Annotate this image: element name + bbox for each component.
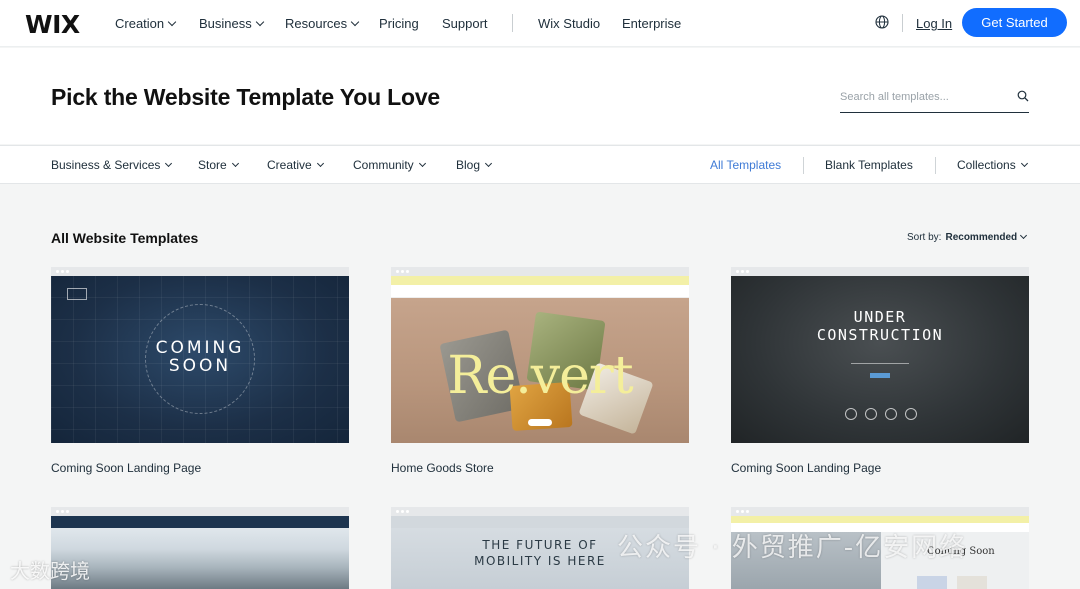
chevron-down-icon xyxy=(1020,231,1028,240)
chevron-down-icon xyxy=(1020,159,1028,167)
category-label: Store xyxy=(198,158,227,172)
sort-value: Recommended xyxy=(945,232,1018,243)
sort-label: Sort by: xyxy=(907,232,942,243)
top-nav: WIX Creation Business Resources Pricing … xyxy=(0,0,1080,47)
template-card[interactable]: COMING SOON Coming Soon Landing Page xyxy=(51,267,349,475)
template-thumbnail[interactable]: UNDER CONSTRUCTION xyxy=(731,276,1029,443)
category-store[interactable]: Store xyxy=(198,158,239,172)
search-icon[interactable] xyxy=(1017,90,1029,102)
template-thumbnail[interactable] xyxy=(51,516,349,589)
category-label: Collections xyxy=(957,158,1016,172)
page-header: Pick the Website Template You Love Searc… xyxy=(0,48,1080,144)
thumb-text: Re.vert xyxy=(447,346,633,406)
globe-icon[interactable] xyxy=(875,15,889,29)
category-label: Blog xyxy=(456,158,481,172)
nav-item-label: Business xyxy=(199,16,252,31)
category-bar: Business & Services Store Creative Commu… xyxy=(0,145,1080,184)
nav-item-label: Support xyxy=(442,16,488,31)
template-card[interactable]: Re.vert Home Goods Store xyxy=(391,267,689,475)
thumb-text: COMING xyxy=(155,338,245,358)
template-name[interactable]: Coming Soon Landing Page xyxy=(731,461,881,475)
nav-item-label: Resources xyxy=(285,16,348,31)
browser-bar xyxy=(391,267,689,276)
chevron-down-icon xyxy=(165,159,173,167)
category-business-services[interactable]: Business & Services xyxy=(51,158,173,172)
nav-item-creation[interactable]: Creation xyxy=(115,16,177,31)
get-started-button[interactable]: Get Started xyxy=(962,8,1067,37)
watermark-corner: 大数跨境 xyxy=(10,559,90,583)
chevron-down-icon xyxy=(316,159,324,167)
nav-item-wix-studio[interactable]: Wix Studio xyxy=(538,16,600,31)
template-card[interactable]: UNDER CONSTRUCTION Coming Soon Landing P… xyxy=(731,267,1029,475)
nav-item-label: Creation xyxy=(115,16,165,31)
browser-bar xyxy=(731,507,1029,516)
section-title: All Website Templates xyxy=(51,230,199,246)
chevron-down-icon xyxy=(484,159,493,167)
chevron-down-icon xyxy=(167,17,177,26)
browser-bar xyxy=(51,267,349,276)
nav-item-label: Enterprise xyxy=(622,16,682,31)
category-label: Community xyxy=(353,158,414,172)
nav-item-support[interactable]: Support xyxy=(442,16,488,31)
chevron-down-icon xyxy=(418,159,426,167)
category-label: All Templates xyxy=(710,158,782,172)
category-label: Creative xyxy=(267,158,312,172)
template-name[interactable]: Coming Soon Landing Page xyxy=(51,461,201,475)
tab-all-templates[interactable]: All Templates xyxy=(710,158,781,172)
sort-dropdown[interactable]: Sort by: Recommended xyxy=(907,231,1028,243)
browser-bar xyxy=(51,507,349,516)
chevron-down-icon xyxy=(350,17,360,26)
tab-collections[interactable]: Collections xyxy=(957,158,1028,172)
nav-divider xyxy=(902,14,903,32)
template-thumbnail[interactable]: Re.vert xyxy=(391,276,689,443)
chevron-down-icon xyxy=(255,17,264,26)
watermark: 公众号 · 外贸推广-亿安网络 xyxy=(617,533,968,563)
nav-item-pricing[interactable]: Pricing xyxy=(379,16,419,31)
search-input[interactable]: Search all templates... xyxy=(840,86,1029,113)
browser-bar xyxy=(391,507,689,516)
category-community[interactable]: Community xyxy=(353,158,426,172)
category-creative[interactable]: Creative xyxy=(267,158,324,172)
browser-bar xyxy=(731,267,1029,276)
thumb-text: SOON xyxy=(168,356,232,376)
nav-item-label: Wix Studio xyxy=(538,16,601,31)
template-thumbnail[interactable]: COMING SOON xyxy=(51,276,349,443)
category-divider xyxy=(803,157,804,174)
template-card[interactable] xyxy=(51,507,349,589)
nav-item-label: Pricing xyxy=(379,16,419,31)
search-placeholder: Search all templates... xyxy=(840,91,949,103)
nav-item-enterprise[interactable]: Enterprise xyxy=(622,16,681,31)
thumb-text: UNDER xyxy=(853,308,907,326)
category-label: Business & Services xyxy=(51,158,161,172)
template-name[interactable]: Home Goods Store xyxy=(391,461,494,475)
nav-item-resources[interactable]: Resources xyxy=(285,16,360,31)
nav-divider xyxy=(512,14,513,32)
category-blog[interactable]: Blog xyxy=(456,158,493,172)
category-label: Blank Templates xyxy=(825,158,913,172)
chevron-down-icon xyxy=(231,159,239,167)
wix-logo[interactable]: WIX xyxy=(25,10,80,39)
login-link[interactable]: Log In xyxy=(916,16,952,31)
category-divider xyxy=(935,157,936,174)
nav-item-business[interactable]: Business xyxy=(199,16,264,31)
page-title: Pick the Website Template You Love xyxy=(51,84,440,110)
thumb-text: CONSTRUCTION xyxy=(816,326,944,344)
tab-blank-templates[interactable]: Blank Templates xyxy=(825,158,913,172)
